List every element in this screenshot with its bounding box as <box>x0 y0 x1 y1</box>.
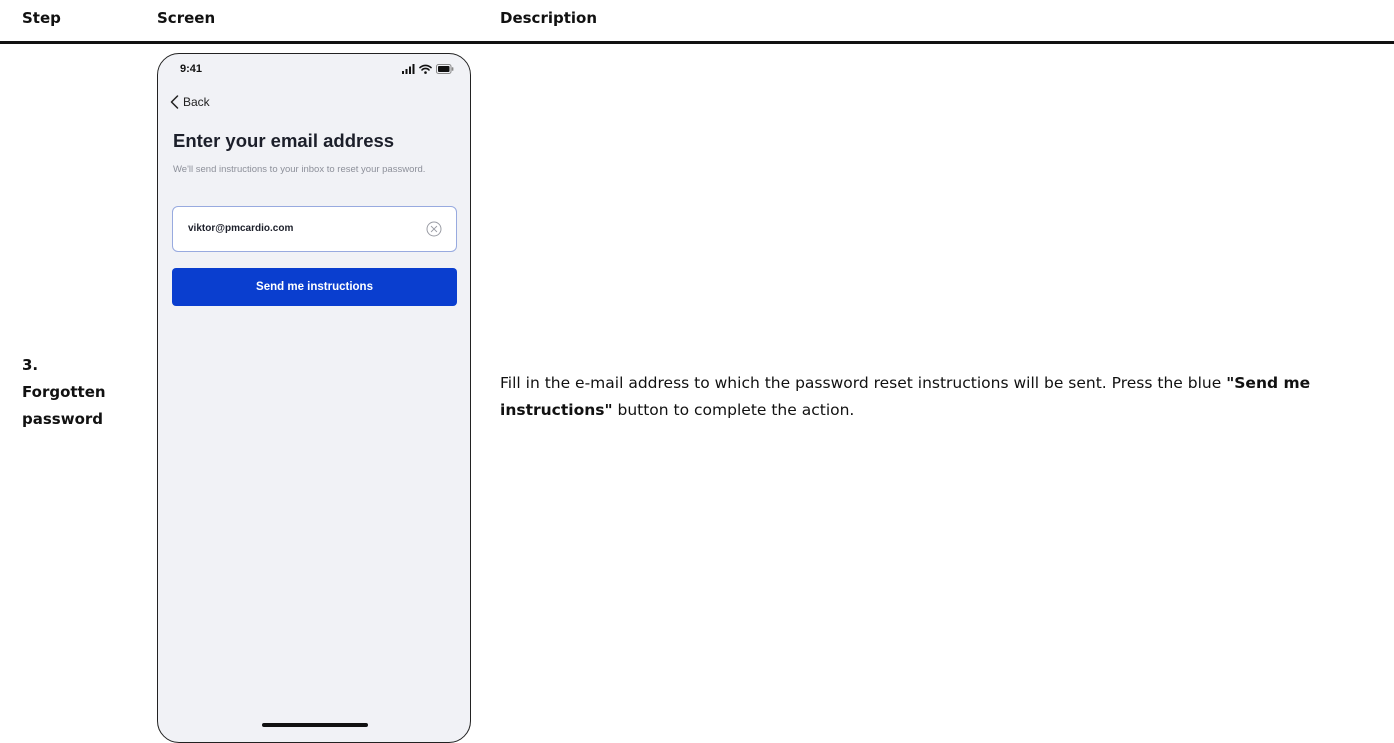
back-button[interactable]: Back <box>170 95 210 109</box>
header-step: Step <box>22 9 61 27</box>
chevron-left-icon <box>170 95 179 109</box>
description-cell: Fill in the e-mail address to which the … <box>500 370 1370 424</box>
description-text-1: Fill in the e-mail address to which the … <box>500 374 1227 392</box>
header-screen: Screen <box>157 9 216 27</box>
email-value: viktor@pmcardio.com <box>188 223 294 234</box>
send-instructions-button[interactable]: Send me instructions <box>172 268 457 306</box>
step-name-line-1: Forgotten <box>22 383 106 401</box>
wifi-icon <box>419 64 432 74</box>
header-description: Description <box>500 9 598 27</box>
description-text-2: button to complete the action. <box>612 401 855 419</box>
table-header: Step Screen Description <box>0 0 1394 44</box>
email-field[interactable]: viktor@pmcardio.com <box>172 206 457 252</box>
back-label: Back <box>183 95 210 109</box>
battery-icon <box>436 64 454 74</box>
clear-input-icon[interactable] <box>426 221 442 237</box>
screen-subtitle: We'll send instructions to your inbox to… <box>173 164 426 175</box>
home-indicator <box>262 723 368 727</box>
step-name-line-2: password <box>22 410 104 428</box>
screen-title: Enter your email address <box>173 130 395 151</box>
phone-screenshot: 9:41 Back Enter your email address We'll… <box>157 53 471 743</box>
step-number: 3. <box>22 356 39 374</box>
status-icons <box>402 63 454 75</box>
step-cell: 3. Forgotten password <box>22 352 142 433</box>
status-time: 9:41 <box>180 63 203 75</box>
signal-icon <box>402 64 415 74</box>
